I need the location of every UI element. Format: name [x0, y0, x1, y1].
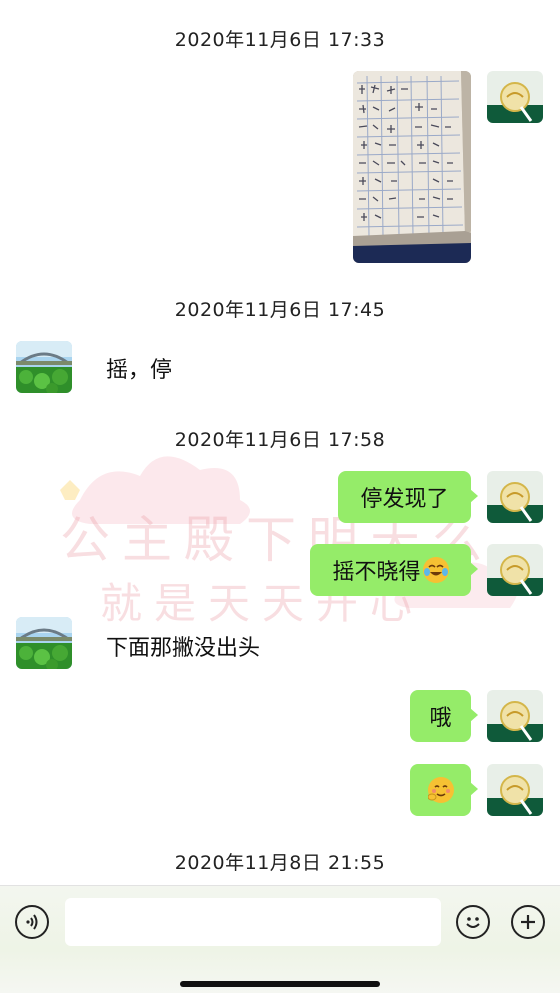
shy-emoji-icon [427, 777, 454, 803]
timestamp: 2020年11月6日 17:58 [174, 429, 386, 451]
friend-avatar[interactable] [16, 341, 72, 393]
my-avatar[interactable] [487, 71, 543, 123]
my-avatar[interactable] [487, 690, 543, 742]
notebook-photo-image [353, 71, 471, 263]
incoming-message-text: 摇，停 [106, 358, 173, 383]
message-text: 哦 [429, 706, 452, 731]
incoming-message-text: 下面那撇没出头 [106, 636, 261, 661]
message-text: 摇不晓得 [332, 560, 421, 585]
timestamp: 2020年11月6日 17:45 [174, 299, 386, 321]
laughing-tears-emoji-icon [422, 557, 449, 583]
home-indicator[interactable] [180, 981, 380, 987]
outgoing-message-bubble[interactable]: 哦 [410, 690, 478, 742]
outgoing-message-bubble[interactable]: 摇不晓得 [310, 544, 478, 596]
cloud-decoration-icon [60, 456, 518, 608]
message-text: 停发现了 [360, 487, 449, 512]
timestamp: 2020年11月8日 21:55 [174, 852, 386, 874]
add-icon[interactable] [511, 905, 545, 939]
timestamp: 2020年11月6日 17:33 [174, 29, 386, 51]
photo-message[interactable] [353, 71, 471, 263]
chat-input-bar [0, 885, 560, 993]
outgoing-emoji-bubble[interactable] [410, 764, 478, 816]
friend-avatar[interactable] [16, 617, 72, 669]
my-avatar[interactable] [487, 544, 543, 596]
emoji-icon[interactable] [456, 905, 490, 939]
outgoing-message-bubble[interactable]: 停发现了 [338, 471, 478, 523]
watermark-sticker: 公主殿下明天么 就是天天开心 [40, 440, 540, 640]
message-input[interactable] [65, 898, 441, 946]
my-avatar[interactable] [487, 471, 543, 523]
my-avatar[interactable] [487, 764, 543, 816]
voice-icon[interactable] [15, 905, 49, 939]
